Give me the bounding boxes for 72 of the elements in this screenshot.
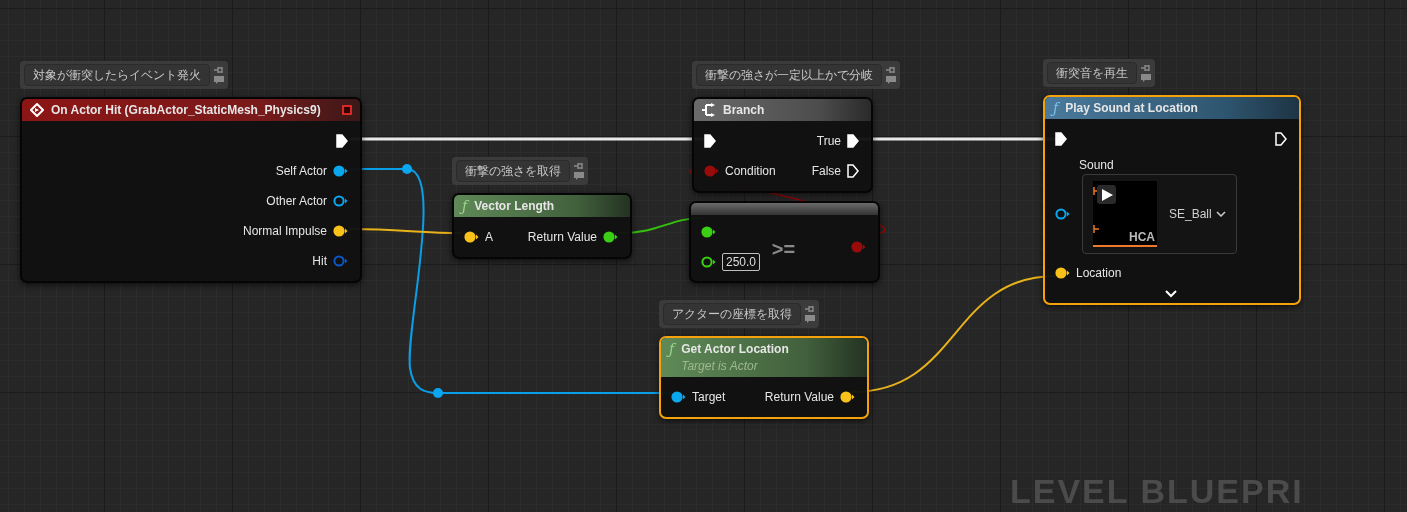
node-comment: 衝撃の強さが一定以上かで分岐 — [696, 64, 882, 86]
data-pin[interactable] — [840, 391, 855, 403]
pin-label: Return Value — [527, 230, 597, 244]
pin-label: False — [811, 164, 841, 178]
pin-label: A — [485, 230, 493, 244]
pin-icon[interactable] — [805, 305, 815, 313]
exec-pin[interactable] — [847, 134, 859, 148]
node-comment: 衝突音を再生 — [1047, 62, 1137, 84]
reroute-node[interactable] — [402, 164, 412, 174]
exec-pin[interactable] — [704, 134, 716, 148]
node-comment: アクターの座標を取得 — [663, 303, 801, 325]
delegate-pin-icon[interactable] — [342, 105, 352, 115]
marker-icon — [1093, 225, 1099, 233]
pin-label: Location — [1076, 266, 1122, 280]
asset-dropdown[interactable]: SE_Ball — [1169, 207, 1226, 221]
data-pin[interactable] — [1055, 208, 1070, 220]
speech-bubble-icon[interactable] — [214, 76, 224, 84]
node-comment: 対象が衝突したらイベント発火 — [24, 64, 210, 86]
data-pin[interactable] — [333, 195, 348, 207]
exec-pin[interactable] — [847, 164, 859, 178]
pin-label: Hit — [312, 254, 327, 268]
thumbnail-label: HCA — [1129, 230, 1155, 244]
exec-pin[interactable] — [336, 134, 348, 148]
exec-pin[interactable] — [1275, 132, 1287, 146]
exec-pin[interactable] — [1055, 132, 1067, 146]
pin-label: Return Value — [764, 390, 834, 404]
comment-bubble[interactable]: 対象が衝突したらイベント発火 — [20, 61, 228, 89]
pin-label: Condition — [725, 164, 776, 178]
pin-label: Self Actor — [275, 164, 327, 178]
event-icon — [30, 103, 44, 117]
graph-node[interactable]: 250.0 >= — [689, 201, 880, 283]
speech-bubble-icon[interactable] — [574, 172, 584, 180]
pin-label: Other Actor — [266, 194, 327, 208]
play-button[interactable] — [1097, 185, 1116, 204]
pin-icon[interactable] — [574, 162, 584, 170]
comment-bubble[interactable]: 衝撃の強さを取得 — [452, 157, 588, 185]
pin-icon[interactable] — [214, 66, 224, 74]
node-title: Get Actor Location — [681, 342, 789, 356]
node-title: Vector Length — [474, 199, 555, 213]
data-pin[interactable] — [701, 226, 716, 238]
pin-icon[interactable] — [886, 66, 896, 74]
asset-picker[interactable]: HCA SE_Ball — [1082, 174, 1237, 254]
node-subtitle: Target is Actor — [681, 359, 759, 373]
node-title: Branch — [723, 103, 765, 117]
data-pin[interactable] — [603, 231, 618, 243]
node-title: On Actor Hit (GrabActor_StaticMesh_Physics9) — [51, 103, 321, 117]
pin-label: Normal Impulse — [242, 224, 327, 238]
reroute-node[interactable] — [433, 388, 443, 398]
pin-label: Sound — [1078, 158, 1115, 172]
data-pin[interactable] — [671, 391, 686, 403]
pin-icon[interactable] — [1141, 64, 1151, 72]
speech-bubble-icon[interactable] — [805, 315, 815, 323]
caret-icon — [1215, 211, 1226, 217]
speech-bubble-icon[interactable] — [1141, 74, 1151, 82]
comment-bubble[interactable]: 衝突音を再生 — [1043, 59, 1155, 87]
operator-symbol: >= — [771, 236, 796, 261]
pin-label: Target — [692, 390, 726, 404]
node-comment: 衝撃の強さを取得 — [456, 160, 570, 182]
data-pin[interactable] — [701, 256, 716, 268]
data-pin[interactable] — [464, 231, 479, 243]
expand-chevron-icon[interactable] — [1165, 290, 1177, 298]
marker-icon — [1093, 187, 1099, 195]
node-title: Play Sound at Location — [1065, 101, 1198, 115]
comment-bubble[interactable]: アクターの座標を取得 — [659, 300, 819, 328]
data-pin[interactable] — [333, 165, 348, 177]
data-pin[interactable] — [1055, 267, 1070, 279]
pin-label: True — [816, 134, 841, 148]
data-pin[interactable] — [333, 225, 348, 237]
speech-bubble-icon[interactable] — [886, 76, 896, 84]
branch-icon — [702, 103, 716, 117]
comment-bubble[interactable]: 衝撃の強さが一定以上かで分岐 — [692, 61, 900, 89]
value-field[interactable]: 250.0 — [722, 253, 761, 271]
